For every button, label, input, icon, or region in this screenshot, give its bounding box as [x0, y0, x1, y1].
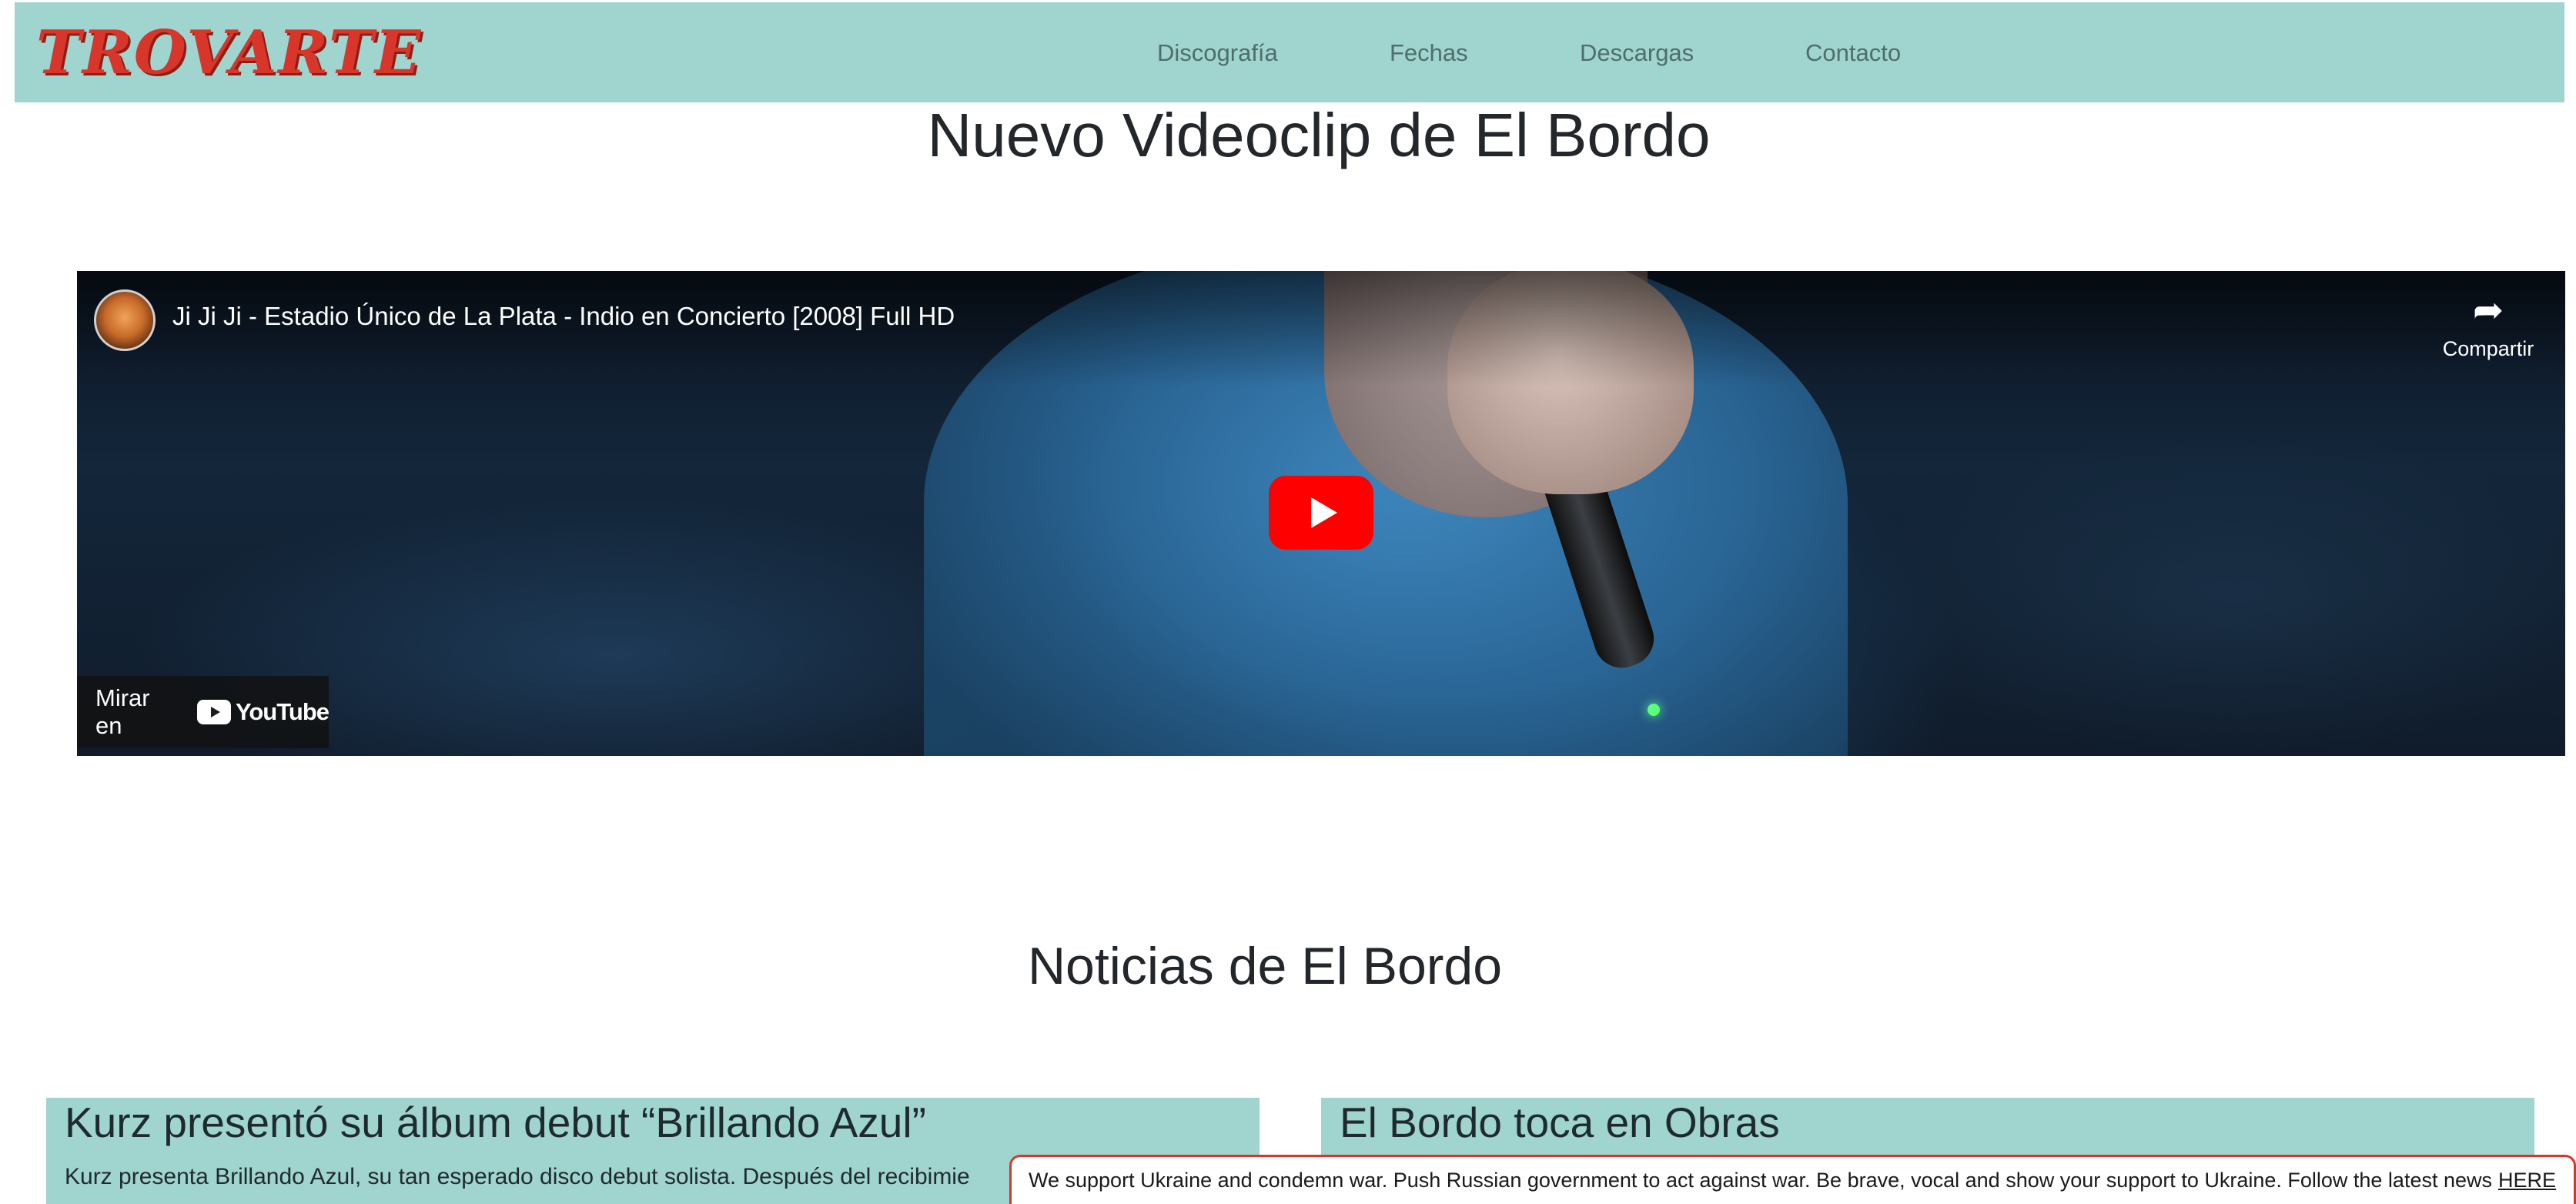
- video-section-title: Nuevo Videoclip de El Bordo: [927, 101, 1711, 169]
- channel-avatar[interactable]: [94, 289, 156, 351]
- share-label: Compartir: [2442, 337, 2534, 360]
- banner-text: We support Ukraine and condemn war. Push…: [1029, 1169, 2492, 1192]
- youtube-logo: YouTube: [197, 698, 330, 726]
- news-section-title: Noticias de El Bordo: [1027, 937, 1503, 995]
- nav-link-discografia[interactable]: Discografía: [1157, 39, 1278, 67]
- ukraine-support-banner: We support Ukraine and condemn war. Push…: [1009, 1155, 2576, 1204]
- video-thumbnail-led: [1648, 704, 1660, 716]
- watch-on-label: Mirar en: [95, 684, 150, 739]
- share-arrow-icon: ➦: [2472, 290, 2504, 331]
- youtube-wordmark: YouTube: [236, 698, 330, 725]
- youtube-icon: [197, 700, 231, 724]
- banner-here-link[interactable]: HERE: [2498, 1169, 2556, 1192]
- news-card-title[interactable]: El Bordo toca en Obras: [1340, 1098, 1780, 1147]
- nav-link-contacto[interactable]: Contacto: [1805, 39, 1901, 67]
- news-card-title[interactable]: Kurz presentó su álbum debut “Brillando …: [65, 1098, 926, 1147]
- site-logo[interactable]: TROVARTE: [36, 18, 422, 88]
- page: TROVARTE Discografía Fechas Descargas Co…: [0, 0, 2576, 1204]
- video-title[interactable]: Ji Ji Ji - Estadio Único de La Plata - I…: [172, 302, 955, 331]
- nav-link-fechas[interactable]: Fechas: [1390, 39, 1468, 67]
- nav-link-descargas[interactable]: Descargas: [1580, 39, 1694, 67]
- youtube-video-embed[interactable]: Ji Ji Ji - Estadio Único de La Plata - I…: [77, 271, 2565, 756]
- play-button[interactable]: [1269, 476, 1373, 550]
- top-navbar: TROVARTE Discografía Fechas Descargas Co…: [15, 2, 2564, 102]
- watch-on-youtube-button[interactable]: Mirar en YouTube: [77, 676, 330, 748]
- news-card-text: Kurz presenta Brillando Azul, su tan esp…: [65, 1164, 970, 1189]
- play-icon: [1311, 497, 1337, 528]
- share-button[interactable]: ➦ Compartir: [2434, 289, 2542, 361]
